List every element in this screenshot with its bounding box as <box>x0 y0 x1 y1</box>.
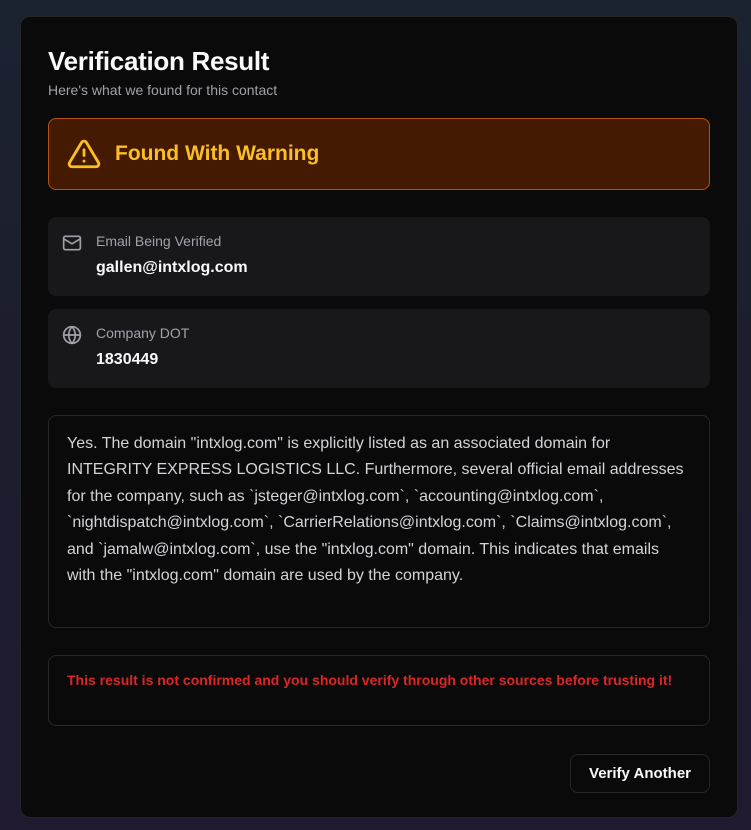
warning-triangle-icon <box>67 137 101 171</box>
company-dot-info-box: Company DOT 1830449 <box>48 309 710 388</box>
verification-result-card: Verification Result Here's what we found… <box>20 16 738 818</box>
mail-icon <box>62 233 82 253</box>
explanation-text: Yes. The domain "intxlog.com" is explici… <box>48 415 710 628</box>
email-label: Email Being Verified <box>96 233 222 249</box>
company-dot-label: Company DOT <box>96 325 190 341</box>
status-label: Found With Warning <box>115 142 320 165</box>
globe-icon <box>62 325 82 345</box>
status-banner: Found With Warning <box>48 118 710 190</box>
verify-another-button[interactable]: Verify Another <box>570 754 710 793</box>
page-subtitle: Here's what we found for this contact <box>48 82 278 98</box>
page-title: Verification Result <box>48 46 270 76</box>
email-info-box: Email Being Verified gallen@intxlog.com <box>48 217 710 296</box>
email-value: gallen@intxlog.com <box>96 259 248 276</box>
company-dot-value: 1830449 <box>96 351 159 368</box>
card-footer: Verify Another <box>48 754 710 793</box>
disclaimer-text: This result is not confirmed and you sho… <box>48 655 710 726</box>
